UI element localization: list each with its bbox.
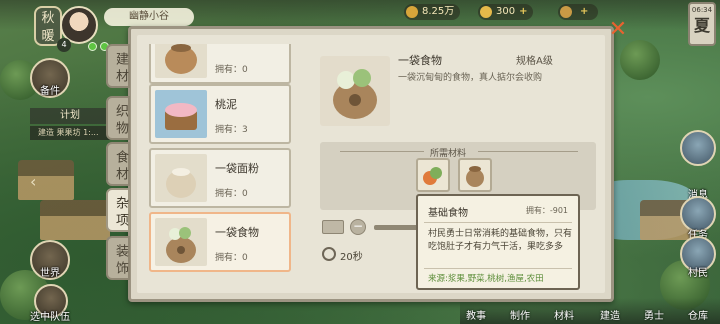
divider bbox=[340, 151, 424, 152]
sack-icon bbox=[155, 44, 207, 78]
tab-building-materials[interactable]: 建材 bbox=[106, 44, 130, 88]
tab-misc[interactable]: 杂项 bbox=[106, 188, 130, 232]
tab-ingredients[interactable]: 食材 bbox=[106, 142, 130, 186]
divider bbox=[424, 222, 572, 223]
list-item[interactable]: 一袋食物 拥有：0 bbox=[149, 212, 291, 272]
timer-icon bbox=[322, 247, 336, 261]
flour-sack-icon bbox=[155, 154, 207, 202]
villagers-label: 村民 bbox=[688, 268, 708, 279]
peach-paste-icon bbox=[155, 90, 207, 138]
food-sack-icon bbox=[320, 56, 390, 126]
bottom-nav-heroes[interactable]: 勇士 bbox=[634, 307, 674, 322]
quantity-slider[interactable] bbox=[374, 225, 418, 230]
plan-tag[interactable]: 计划 bbox=[30, 108, 110, 124]
divider bbox=[478, 151, 578, 152]
resource-icon bbox=[560, 6, 572, 18]
tooltip-title: 基础食物 bbox=[428, 208, 468, 219]
village-house bbox=[18, 160, 74, 200]
minus-button[interactable]: − bbox=[350, 219, 366, 235]
material-tooltip: 基础食物 拥有：-901 村民勇士日常消耗的基础食物，只有吃饱肚子才有力气干活，… bbox=[416, 194, 580, 290]
quantity-icon bbox=[322, 220, 344, 234]
avatar-level-badge: 4 bbox=[57, 38, 71, 52]
team-label: 选中队伍 bbox=[30, 312, 70, 323]
list-item[interactable]: 拥有：0 bbox=[149, 44, 291, 84]
messages-button[interactable] bbox=[680, 130, 716, 166]
craft-time: 20秒 bbox=[340, 252, 363, 263]
tree bbox=[620, 40, 660, 80]
close-icon[interactable]: ✕ bbox=[608, 19, 628, 41]
list-item[interactable]: 桃泥 拥有：3 bbox=[149, 84, 291, 144]
tooltip-source: 来源:浆果,野菜,桃树,渔屋,农田 bbox=[428, 274, 544, 284]
bottom-nav-craft[interactable]: 制作 bbox=[500, 307, 540, 322]
bottom-nav-build[interactable]: 建造 bbox=[590, 307, 630, 322]
detail-title: 一袋食物 bbox=[398, 54, 442, 67]
item-list[interactable]: 拥有：0 桃泥 拥有：3 一袋面粉 拥有：0 一袋食物 拥有：0 bbox=[145, 44, 295, 272]
plan-row[interactable]: 建造 果果坊 1:... bbox=[30, 126, 110, 140]
bottom-nav-affairs[interactable]: 教事 bbox=[456, 307, 496, 322]
add-resource-icon[interactable]: + bbox=[580, 6, 588, 17]
gem-counter[interactable]: 300 + bbox=[478, 4, 534, 20]
third-resource[interactable]: + bbox=[558, 4, 598, 20]
bottom-nav-materials[interactable]: 材料 bbox=[544, 307, 584, 322]
world-label: 世界 bbox=[40, 268, 60, 279]
tab-fabric[interactable]: 织物 bbox=[106, 96, 130, 140]
season-clock[interactable]: 06:34 夏 bbox=[688, 2, 716, 46]
village-house bbox=[40, 200, 110, 240]
backpack-label: 备件 bbox=[40, 86, 60, 97]
vegetable-material-icon[interactable] bbox=[416, 158, 450, 192]
tooltip-owned: 拥有：-901 bbox=[525, 206, 568, 215]
food-sack-icon bbox=[155, 218, 207, 266]
divider bbox=[424, 268, 572, 269]
list-item[interactable]: 一袋面粉 拥有：0 bbox=[149, 148, 291, 208]
add-gems-icon[interactable]: + bbox=[519, 6, 527, 17]
coin-counter[interactable]: 8.25万 bbox=[404, 4, 461, 20]
tooltip-description: 村民勇士日常消耗的基础食物，只有吃饱肚子才有力气干活，果吃多多 bbox=[428, 229, 573, 252]
gem-icon bbox=[480, 6, 492, 18]
coin-icon bbox=[406, 6, 418, 18]
bottom-nav-warehouse[interactable]: 仓库 bbox=[678, 307, 718, 322]
online-dot-icon bbox=[88, 42, 97, 51]
detail-description: 一袋沉甸甸的食物，真人掂尔会收购 bbox=[398, 73, 543, 83]
collapse-arrow-icon[interactable]: ‹ bbox=[30, 172, 36, 191]
player-name: 幽静小谷 bbox=[104, 8, 194, 26]
tab-decor[interactable]: 装饰 bbox=[106, 236, 130, 280]
detail-spec: 规格A级 bbox=[516, 56, 553, 67]
sack-material-icon[interactable] bbox=[458, 158, 492, 192]
